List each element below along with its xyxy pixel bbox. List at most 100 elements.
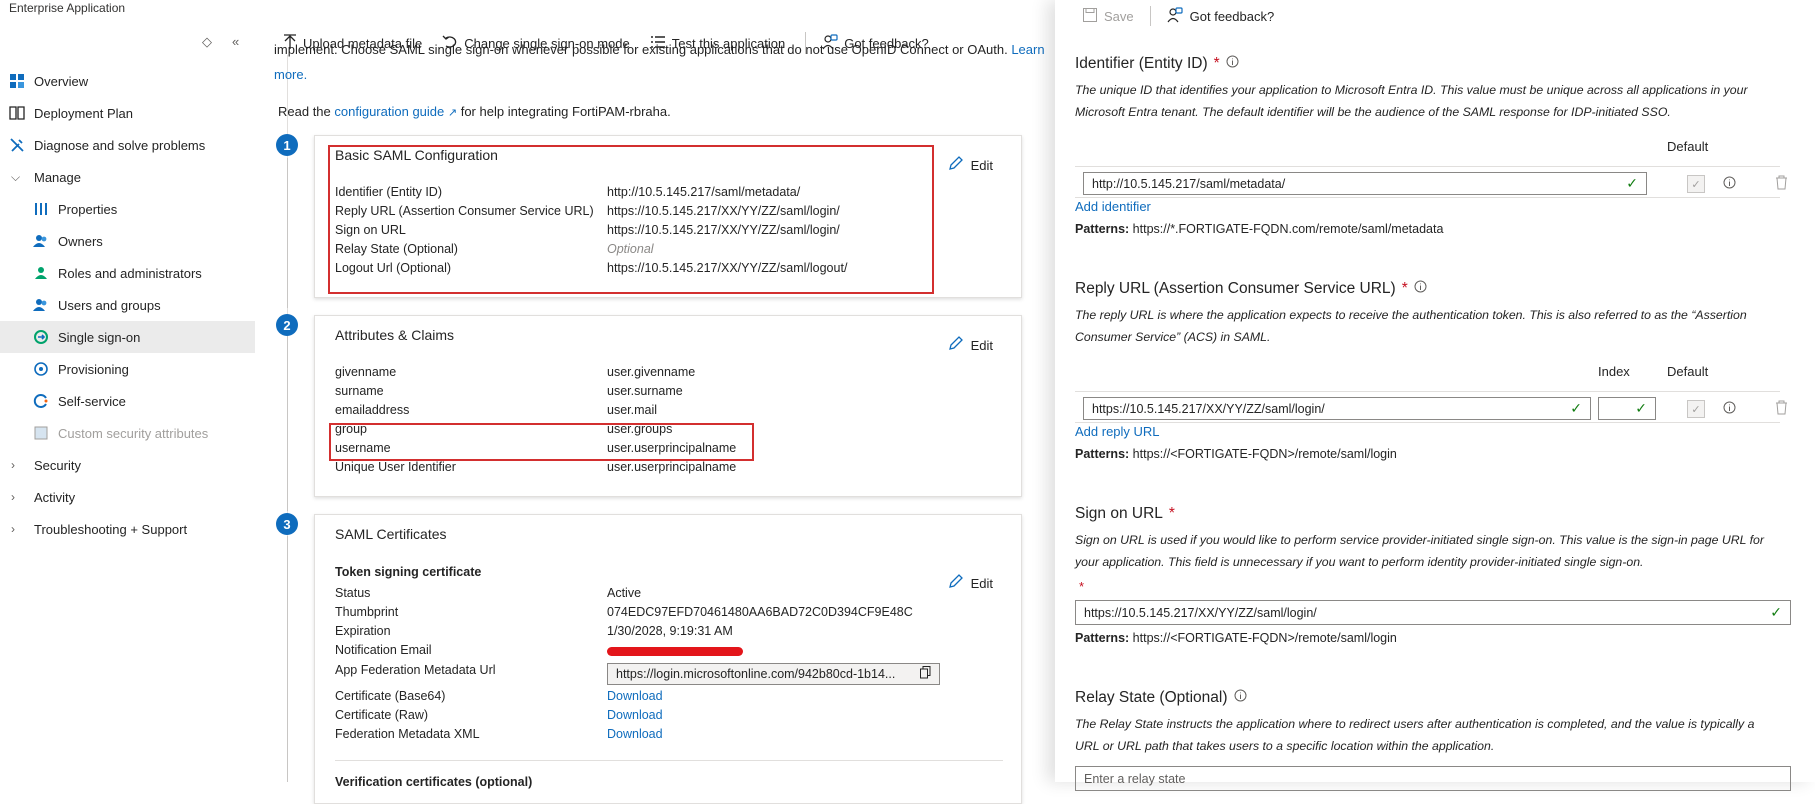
default-checkbox[interactable]: ✓	[1687, 175, 1705, 193]
info-icon[interactable]	[1234, 689, 1247, 707]
valid-check-icon: ✓	[1570, 400, 1582, 416]
sign-on-url-patterns: Patterns: https://<FORTIGATE-FQDN>/remot…	[1075, 631, 1397, 645]
info-icon[interactable]	[1723, 176, 1736, 192]
save-button[interactable]: Save	[1083, 7, 1134, 25]
wrench-icon	[9, 137, 25, 153]
sidebar-item-overview[interactable]: Overview	[0, 65, 255, 97]
default-checkbox[interactable]: ✓	[1687, 400, 1705, 418]
sidebar-item-roles[interactable]: Roles and administrators	[0, 257, 255, 289]
index-column-header: Index	[1598, 364, 1630, 379]
sidebar-item-label: Diagnose and solve problems	[34, 137, 206, 153]
toolbar-divider	[1149, 6, 1151, 26]
external-link-icon: ↗	[447, 107, 458, 119]
sign-on-url-input[interactable]: https://10.5.145.217/XX/YY/ZZ/saml/login…	[1075, 600, 1791, 625]
chevron-right-icon: ›	[11, 522, 15, 536]
collapse-sidebar-icon[interactable]: «	[232, 34, 239, 50]
reply-index-input[interactable]: ✓	[1598, 397, 1656, 420]
download-xml-link[interactable]: Download	[607, 727, 663, 746]
provisioning-icon	[33, 361, 49, 377]
grid-icon	[9, 73, 25, 89]
trash-icon[interactable]	[1775, 400, 1788, 418]
step-connector	[287, 536, 288, 782]
pencil-icon	[948, 156, 963, 174]
card-title: Attributes & Claims	[335, 327, 455, 343]
edit-label: Edit	[970, 157, 993, 173]
sidebar-group-label: Security	[34, 457, 81, 473]
sidebar-item-users-groups[interactable]: Users and groups	[0, 289, 255, 321]
sidebar-group-security[interactable]: › Security	[0, 449, 255, 481]
panel-toolbar: Save Got feedback?	[1083, 6, 1274, 26]
pencil-icon	[948, 336, 963, 354]
relay-state-input[interactable]: Enter a relay state	[1075, 766, 1791, 791]
copy-icon[interactable]	[920, 666, 931, 682]
required-marker: *	[1401, 280, 1408, 297]
claim-row: emailaddress user.mail	[335, 403, 658, 417]
default-column-header: Default	[1667, 364, 1709, 379]
sidebar-item-deployment-plan[interactable]: Deployment Plan	[0, 97, 255, 129]
learn-more-link-cont[interactable]: more.	[274, 66, 307, 84]
sidebar-item-single-sign-on[interactable]: Single sign-on	[0, 321, 255, 353]
info-icon[interactable]	[1723, 401, 1736, 417]
feedback-icon	[1167, 6, 1183, 26]
sidebar-item-owners[interactable]: Owners	[0, 225, 255, 257]
identifier-input[interactable]: http://10.5.145.217/saml/metadata/✓	[1083, 172, 1647, 195]
sidebar-group-troubleshooting[interactable]: › Troubleshooting + Support	[0, 513, 255, 545]
sidebar-group-label: Troubleshooting + Support	[34, 521, 188, 537]
sidebar-item-label: Self-service	[58, 393, 126, 409]
identifier-patterns: Patterns: https://*.FORTIGATE-FQDN.com/r…	[1075, 222, 1444, 236]
learn-more-link[interactable]: Learn	[1011, 42, 1044, 57]
info-icon[interactable]	[1226, 55, 1239, 73]
sidebar-item-label: Single sign-on	[58, 329, 141, 345]
info-icon[interactable]	[1414, 280, 1427, 298]
cert-row: Certificate (Raw) Download	[335, 708, 1015, 727]
step-connector	[287, 158, 288, 308]
sidebar-item-provisioning[interactable]: Provisioning	[0, 353, 255, 385]
sidebar-group-manage[interactable]: ⌵ Manage	[0, 161, 255, 193]
identifier-row: http://10.5.145.217/saml/metadata/✓ ✓	[1075, 166, 1787, 198]
trash-icon[interactable]	[1775, 175, 1788, 193]
sidebar-item-self-service[interactable]: Self-service	[0, 385, 255, 417]
configuration-guide-link[interactable]: configuration guide	[334, 104, 444, 119]
sidebar-item-label: Properties	[58, 201, 118, 217]
sidebar-group-label: Manage	[34, 169, 81, 185]
sidebar-item-diagnose[interactable]: Diagnose and solve problems	[0, 129, 255, 161]
download-base64-link[interactable]: Download	[607, 689, 663, 708]
edit-basic-saml-button[interactable]: Edit	[948, 156, 993, 174]
cert-row: App Federation Metadata Url https://logi…	[335, 663, 1015, 687]
reply-url-row: https://10.5.145.217/XX/YY/ZZ/saml/login…	[1075, 391, 1787, 423]
edit-attributes-button[interactable]: Edit	[948, 336, 993, 354]
sign-on-url-heading: Sign on URL *	[1075, 505, 1175, 522]
sign-on-url-description: Sign on URL is used if you would like to…	[1075, 533, 1764, 569]
add-identifier-link[interactable]: Add identifier	[1075, 199, 1151, 214]
sidebar-item-label: Users and groups	[58, 297, 161, 313]
reply-url-input[interactable]: https://10.5.145.217/XX/YY/ZZ/saml/login…	[1083, 397, 1591, 420]
add-reply-url-link[interactable]: Add reply URL	[1075, 424, 1160, 439]
relay-state-heading: Relay State (Optional)	[1075, 689, 1247, 707]
sidebar-tools: ◇ «	[202, 34, 239, 50]
sidebar-group-activity[interactable]: › Activity	[0, 481, 255, 513]
basic-saml-card: Basic SAML Configuration Edit Identifier…	[314, 135, 1022, 298]
panel-feedback-button[interactable]: Got feedback?	[1167, 6, 1274, 26]
relay-state-description: The Relay State instructs the applicatio…	[1075, 717, 1755, 753]
chevron-down-icon: ⌵	[11, 169, 21, 184]
required-marker: *	[1168, 505, 1175, 522]
claim-row: surname user.surname	[335, 384, 683, 398]
sort-icon[interactable]: ◇	[202, 34, 212, 50]
download-raw-link[interactable]: Download	[607, 708, 663, 727]
attributes-icon	[33, 425, 49, 441]
step-connector	[287, 336, 288, 511]
users-icon	[33, 297, 49, 313]
sidebar-item-properties[interactable]: Properties	[0, 193, 255, 225]
section-divider	[335, 760, 1003, 761]
sidebar-item-custom-security-attributes[interactable]: Custom security attributes	[0, 417, 255, 449]
basic-saml-edit-panel: Save Got feedback? Identifier (Entity ID…	[1055, 0, 1815, 791]
verification-cert-title: Verification certificates (optional)	[335, 775, 533, 789]
valid-check-icon: ✓	[1626, 175, 1638, 191]
claim-row: givenname user.givenname	[335, 365, 696, 379]
sidebar-item-label: Custom security attributes	[58, 425, 209, 441]
card-title: SAML Certificates	[335, 526, 447, 542]
default-column-header: Default	[1667, 139, 1709, 154]
chevron-right-icon: ›	[11, 458, 15, 472]
self-service-icon	[33, 393, 49, 409]
metadata-url-field[interactable]: https://login.microsoftonline.com/942b80…	[607, 663, 940, 685]
